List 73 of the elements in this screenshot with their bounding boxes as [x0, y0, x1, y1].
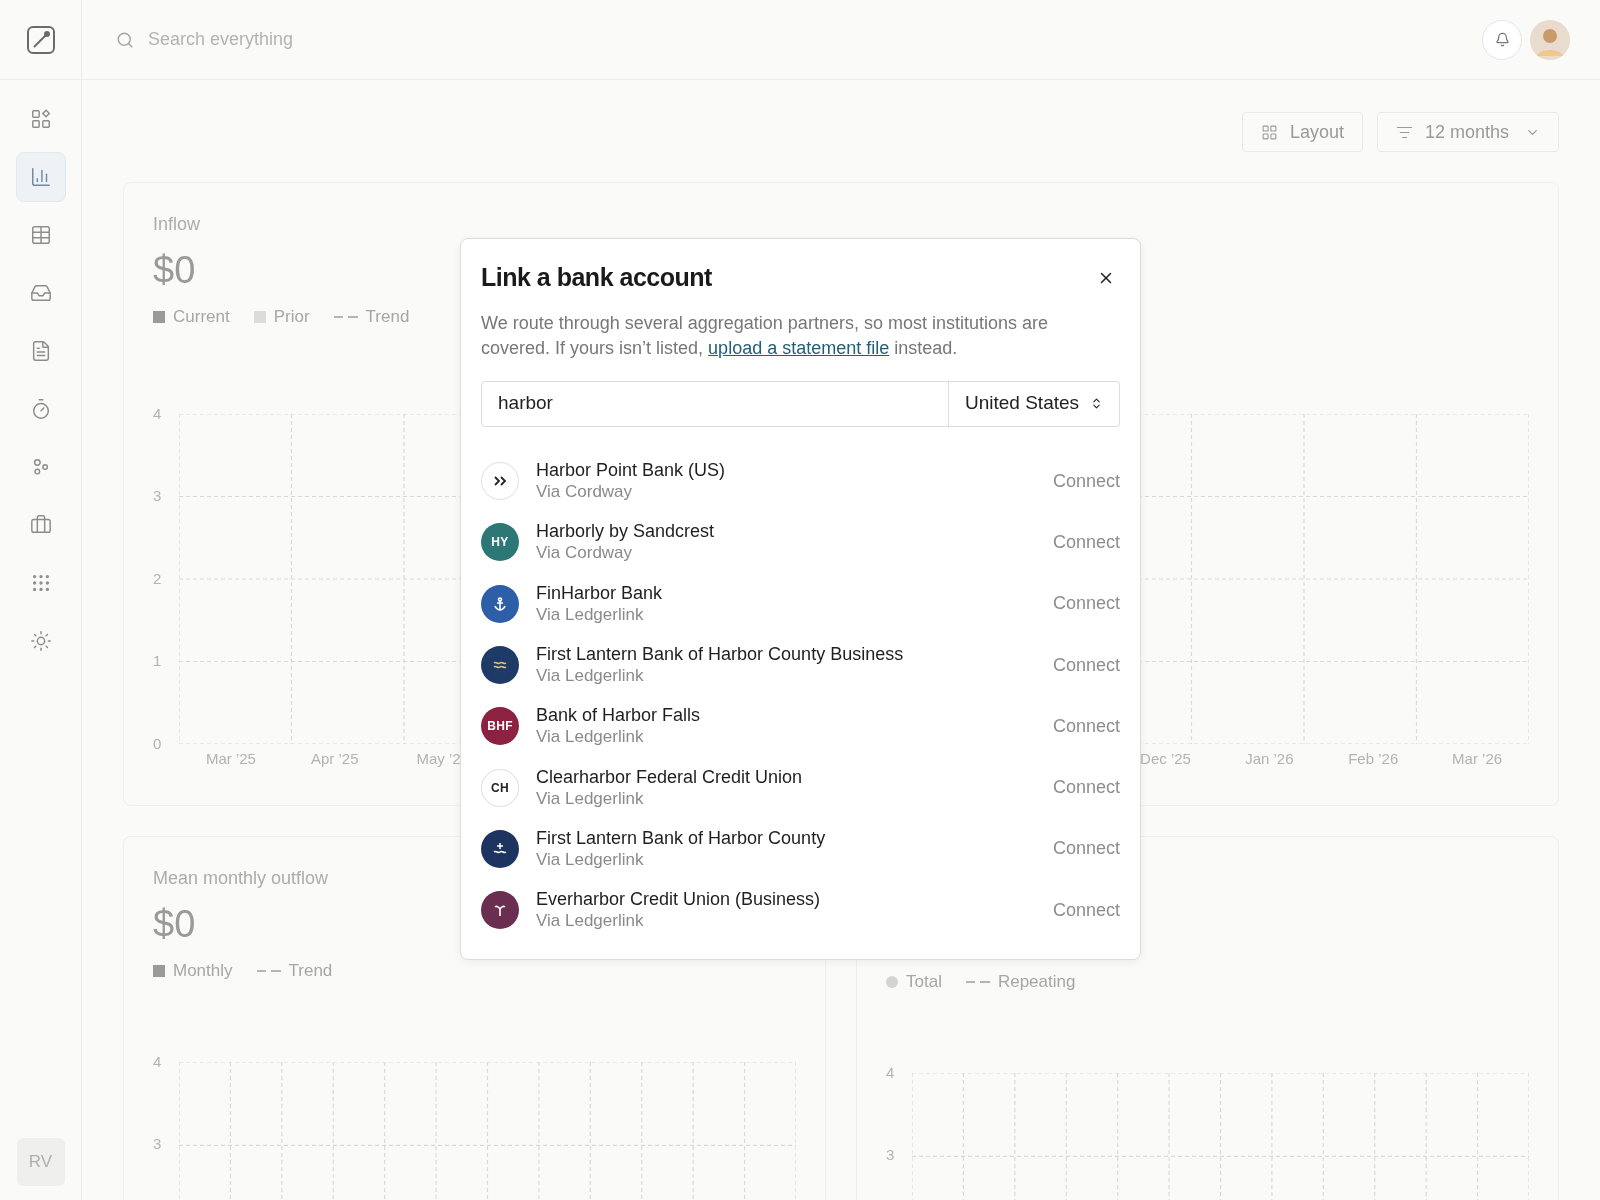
- institution-source: Via Ledgerlink: [536, 603, 645, 626]
- sidebar-item[interactable]: [15, 152, 66, 202]
- legend-label: Repeating: [997, 971, 1076, 993]
- institution-source: Via Cordway: [536, 542, 634, 565]
- axis-label: Mar ’25: [205, 748, 256, 769]
- legend-label: Total: [906, 971, 942, 993]
- institution-row[interactable]: First Lantern Bank of Harbor County Business Via Ledgerlink Connect: [481, 634, 1120, 696]
- axis-label: May ’2: [416, 748, 461, 769]
- updown-chevron-icon: [1090, 397, 1103, 410]
- upload-link[interactable]: upload a statement file: [708, 337, 890, 358]
- legend-label: Trend: [288, 960, 333, 982]
- bell-icon: [1494, 32, 1510, 47]
- institution-name: First Lantern Bank of Harbor County Business: [536, 643, 905, 666]
- inbox-icon: [29, 282, 52, 304]
- legend-label: Prior: [273, 306, 310, 328]
- institution-name: FinHarbor Bank: [536, 581, 664, 604]
- legend-label: Trend: [365, 306, 410, 328]
- institution-source: Via Cordway: [536, 481, 634, 504]
- institution-name: Clearharbor Federal Credit Union: [536, 765, 804, 788]
- institution-row[interactable]: First Lantern Bank of Harbor County Via Ledgerlink Connect: [481, 818, 1120, 880]
- legend-label: Monthly: [173, 960, 233, 982]
- axis-label: Mar ’26: [1452, 748, 1503, 769]
- briefcase-icon: [29, 514, 52, 536]
- institution-row[interactable]: Harbor Point Bank (US) Via Cordway Connect: [481, 450, 1120, 512]
- bank-logo: CH: [481, 768, 519, 807]
- app-logo: [25, 24, 56, 55]
- profile-avatar[interactable]: [1530, 19, 1570, 60]
- institution-row[interactable]: Everharbor Credit Union (Business) Via Ledgerlink Connect: [481, 879, 1120, 941]
- axis-label: Dec ’25: [1140, 748, 1191, 769]
- dialog-title: Link a bank account: [481, 262, 712, 293]
- card-title: Inflow: [153, 213, 202, 236]
- axis-label: 4: [153, 1051, 163, 1072]
- institution-source: Via Ledgerlink: [536, 848, 645, 871]
- institution-row[interactable]: CH Clearharbor Federal Credit Union Via Ledgerlink Connect: [481, 757, 1120, 819]
- country-select[interactable]: United States: [949, 380, 1120, 427]
- axis-label: 4: [153, 403, 163, 424]
- grid-icon: [1260, 123, 1278, 141]
- axis-label: 2: [153, 568, 163, 589]
- amount: $0: [153, 902, 196, 946]
- institution-name: Everharbor Credit Union (Business): [536, 888, 822, 911]
- axis-label: 3: [886, 1145, 896, 1165]
- sun-icon: [29, 630, 52, 652]
- institution-search-field[interactable]: harbor: [481, 380, 949, 427]
- institution-name: First Lantern Bank of Harbor County: [536, 826, 827, 849]
- institution-source: Via Ledgerlink: [536, 910, 645, 933]
- axis-label: 3: [153, 1134, 163, 1154]
- institution-name: Harbor Point Bank (US): [536, 459, 727, 482]
- bank-logo: BHF: [481, 707, 519, 746]
- institution-source: Via Ledgerlink: [536, 665, 645, 688]
- card-title: Mean monthly outflow: [153, 867, 330, 890]
- amount: $0: [153, 248, 196, 292]
- bank-logo: HY: [481, 523, 519, 562]
- chart-icon: [29, 166, 52, 188]
- notifications-button[interactable]: [1482, 19, 1522, 60]
- institution-row[interactable]: HY Harborly by Sandcrest Via Cordway Connect: [481, 511, 1120, 574]
- institution-source: Via Ledgerlink: [536, 787, 645, 810]
- institution-name: Bank of Harbor Falls: [536, 704, 702, 727]
- institution-row[interactable]: BHF Bank of Harbor Falls Via Ledgerlink Connect: [481, 695, 1120, 757]
- widgets-icon: [29, 108, 52, 130]
- axis-label: 1: [153, 651, 163, 671]
- institution-source: Via Ledgerlink: [536, 726, 645, 749]
- institution-name: Harborly by Sandcrest: [536, 520, 716, 543]
- axis-label: Jan ’26: [1245, 748, 1294, 769]
- axis-label: 0: [153, 733, 163, 754]
- axis-label: 4: [886, 1062, 896, 1083]
- dialog-description: We route through several aggregation partners, so most institutions are covered. If yours isn’t listed, upload a statement file instead.: [481, 311, 1049, 360]
- search-icon: [116, 30, 134, 49]
- axis-label: 3: [153, 486, 163, 506]
- axis-label: Apr ’25: [311, 748, 359, 769]
- legend-label: Current: [173, 306, 230, 328]
- axis-label: Feb ’26: [1348, 748, 1399, 769]
- institution-row[interactable]: FinHarbor Bank Via Ledgerlink Connect: [481, 573, 1120, 635]
- search-field[interactable]: Search everything: [148, 26, 548, 53]
